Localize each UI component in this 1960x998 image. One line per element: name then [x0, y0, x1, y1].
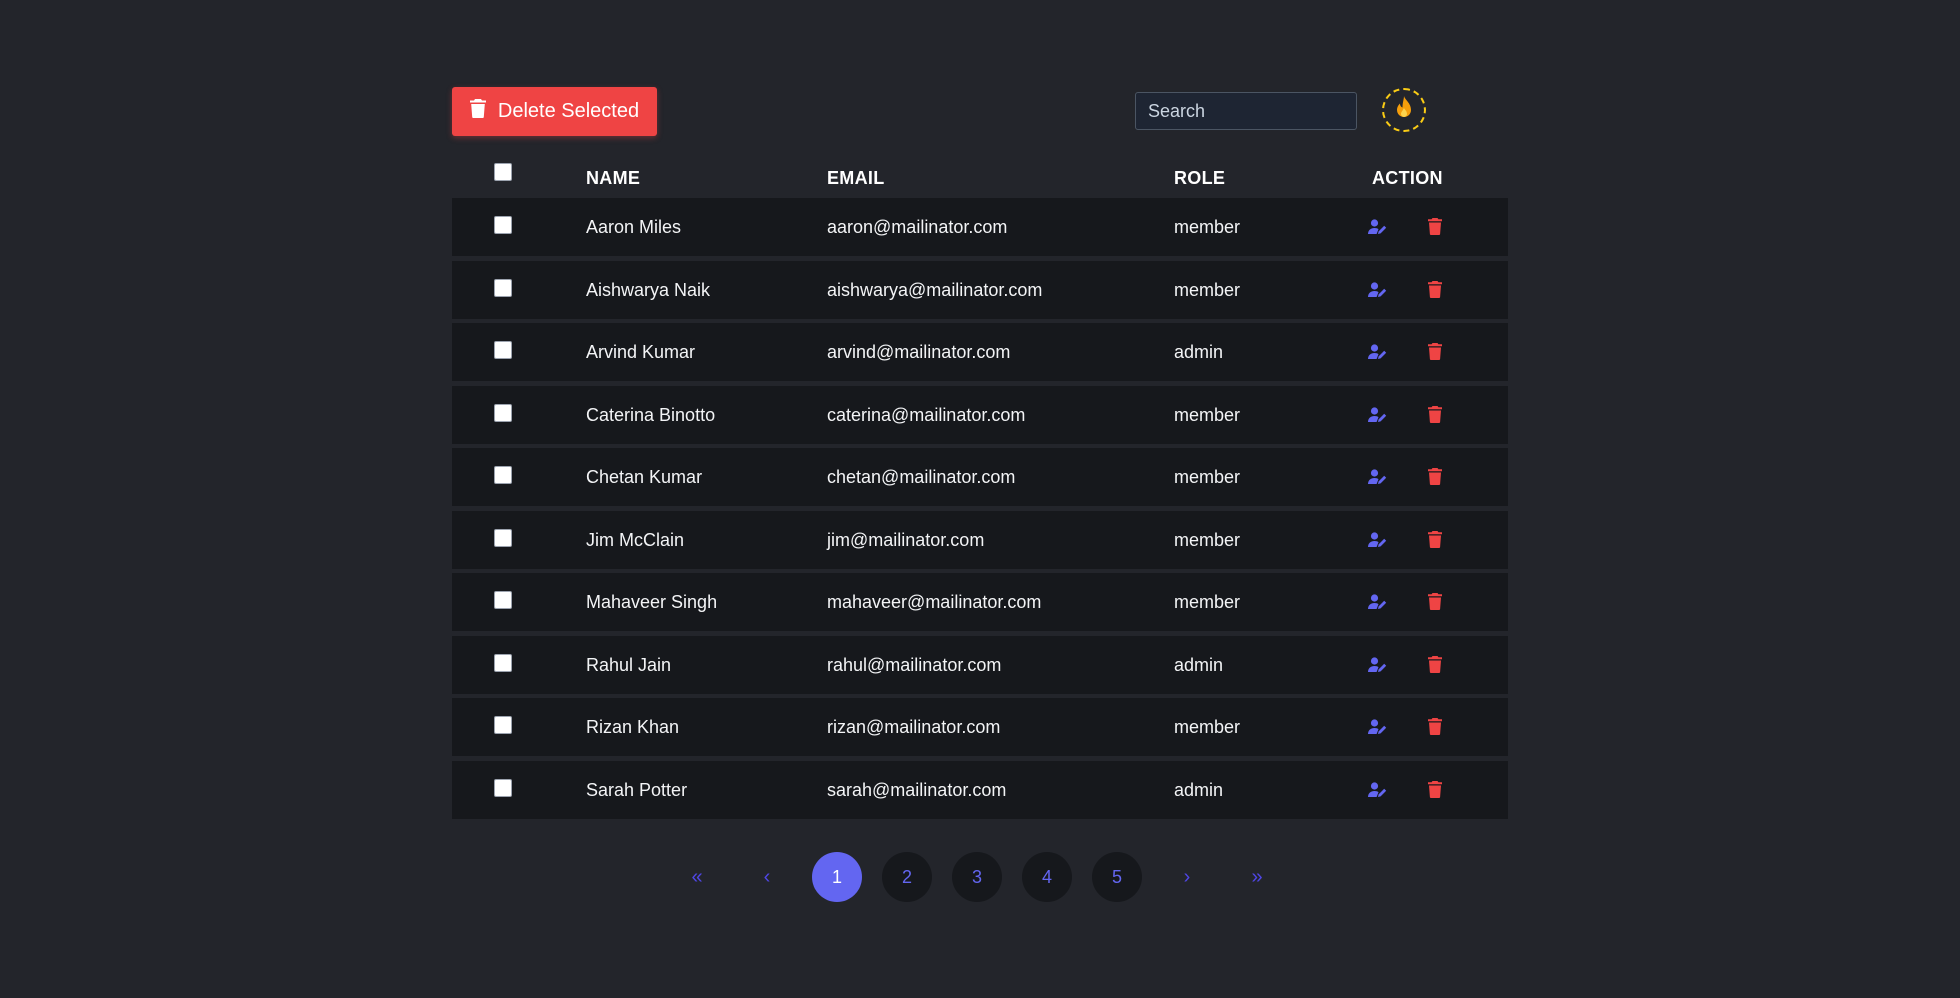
- user-name: Caterina Binotto: [586, 404, 716, 425]
- row-checkbox[interactable]: [494, 403, 512, 422]
- trash-icon[interactable]: [1428, 343, 1442, 360]
- table-header: NAME EMAIL ROLE ACTION: [452, 158, 1508, 198]
- page-button-1[interactable]: 1: [812, 852, 862, 902]
- user-email: rahul@mailinator.com: [827, 654, 1002, 675]
- user-email: rizan@mailinator.com: [827, 717, 1001, 737]
- column-header-action: ACTION: [1372, 168, 1443, 188]
- trash-icon[interactable]: [1428, 530, 1442, 548]
- table-row: Aaron Miles aaron@mailinator.com member: [452, 198, 1508, 256]
- row-checkbox[interactable]: [494, 466, 512, 484]
- user-email: chetan@mailinator.com: [827, 467, 1016, 487]
- edit-user-icon[interactable]: [1368, 781, 1387, 798]
- table-row: Sarah Potter sarah@mailinator.com admin: [452, 760, 1508, 819]
- user-name: Aaron Miles: [586, 217, 682, 237]
- search-input[interactable]: [1135, 92, 1357, 130]
- column-header-email: EMAIL: [827, 168, 885, 188]
- column-header-name: NAME: [586, 168, 641, 188]
- table-row: Rahul Jain rahul@mailinator.com admin: [452, 635, 1508, 694]
- row-checkbox[interactable]: [494, 591, 512, 609]
- user-name: Arvind Kumar: [586, 342, 696, 362]
- user-role: member: [1174, 217, 1241, 237]
- select-all-checkbox[interactable]: [494, 163, 512, 181]
- table-body: Aaron Miles aaron@mailinator.com member Ais…: [452, 198, 1508, 819]
- table-row: Caterina Binotto caterina@mailinator.com m…: [452, 385, 1508, 444]
- user-email: aishwarya@mailinator.com: [827, 279, 1043, 300]
- delete-selected-button[interactable]: Delete Selected: [452, 87, 657, 136]
- first-page-button[interactable]: «: [672, 852, 722, 902]
- user-role: member: [1174, 404, 1241, 425]
- edit-user-icon[interactable]: [1368, 531, 1387, 548]
- page-button-2[interactable]: 2: [882, 852, 932, 902]
- row-checkbox[interactable]: [494, 216, 512, 234]
- user-name: Mahaveer Singh: [586, 592, 718, 612]
- toolbar: Delete Selected: [452, 0, 1508, 162]
- table-row: Rizan Khan rizan@mailinator.com member: [452, 698, 1508, 756]
- edit-user-icon[interactable]: [1368, 344, 1387, 360]
- row-checkbox[interactable]: [494, 528, 512, 547]
- trash-icon[interactable]: [1428, 405, 1442, 423]
- trash-icon[interactable]: [1428, 593, 1442, 610]
- users-table-page: Delete Selected NAME EMAIL ROLE ACTION A…: [452, 0, 1508, 823]
- edit-user-icon[interactable]: [1368, 594, 1387, 610]
- user-name: Chetan Kumar: [586, 467, 703, 487]
- trash-icon[interactable]: [1428, 655, 1442, 673]
- table-row: Mahaveer Singh mahaveer@mailinator.com mem…: [452, 573, 1508, 631]
- table-row: Chetan Kumar chetan@mailinator.com member: [452, 448, 1508, 506]
- page-button-5[interactable]: 5: [1092, 852, 1142, 902]
- edit-user-icon[interactable]: [1368, 469, 1387, 485]
- user-email: mahaveer@mailinator.com: [827, 592, 1042, 612]
- row-checkbox[interactable]: [494, 778, 512, 797]
- edit-user-icon[interactable]: [1368, 656, 1387, 673]
- user-email: sarah@mailinator.com: [827, 779, 1007, 800]
- flame-icon: [1393, 95, 1415, 126]
- page-button-4[interactable]: 4: [1022, 852, 1072, 902]
- trash-icon[interactable]: [1428, 718, 1442, 735]
- user-name: Jim McClain: [586, 529, 685, 550]
- row-checkbox[interactable]: [494, 278, 512, 297]
- user-role: member: [1174, 279, 1241, 300]
- table-row: Aishwarya Naik aishwarya@mailinator.com me…: [452, 260, 1508, 319]
- user-name: Rizan Khan: [586, 717, 680, 737]
- prev-page-button[interactable]: ‹: [742, 852, 792, 902]
- user-email: arvind@mailinator.com: [827, 342, 1011, 362]
- theme-toggle-button[interactable]: [1382, 88, 1426, 132]
- edit-user-icon[interactable]: [1368, 719, 1387, 735]
- user-email: aaron@mailinator.com: [827, 217, 1008, 237]
- edit-user-icon[interactable]: [1368, 219, 1387, 235]
- user-name: Aishwarya Naik: [586, 279, 711, 300]
- row-checkbox[interactable]: [494, 653, 512, 672]
- row-checkbox[interactable]: [494, 716, 512, 734]
- page-button-3[interactable]: 3: [952, 852, 1002, 902]
- user-role: admin: [1174, 779, 1224, 800]
- user-role: admin: [1174, 342, 1224, 362]
- user-role: member: [1174, 592, 1241, 612]
- trash-icon[interactable]: [1428, 780, 1442, 798]
- user-role: member: [1174, 717, 1241, 737]
- user-role: member: [1174, 467, 1241, 487]
- user-email: jim@mailinator.com: [827, 529, 985, 550]
- trash-icon[interactable]: [1428, 468, 1442, 485]
- next-page-button[interactable]: ›: [1162, 852, 1212, 902]
- trash-icon[interactable]: [1428, 218, 1442, 235]
- user-email: caterina@mailinator.com: [827, 404, 1026, 425]
- user-name: Rahul Jain: [586, 654, 672, 675]
- table-row: Jim McClain jim@mailinator.com member: [452, 510, 1508, 569]
- delete-selected-label: Delete Selected: [497, 100, 640, 122]
- user-role: member: [1174, 529, 1241, 550]
- trash-icon[interactable]: [1428, 280, 1442, 298]
- user-name: Sarah Potter: [586, 779, 688, 800]
- pagination: « ‹ 1 2 3 4 5 › »: [672, 852, 1288, 902]
- edit-user-icon[interactable]: [1368, 406, 1387, 423]
- row-checkbox[interactable]: [494, 341, 512, 359]
- user-role: admin: [1174, 654, 1224, 675]
- column-header-role: ROLE: [1174, 168, 1226, 188]
- last-page-button[interactable]: »: [1232, 852, 1282, 902]
- table-row: Arvind Kumar arvind@mailinator.com admin: [452, 323, 1508, 381]
- edit-user-icon[interactable]: [1368, 281, 1387, 298]
- trash-icon: [469, 99, 486, 124]
